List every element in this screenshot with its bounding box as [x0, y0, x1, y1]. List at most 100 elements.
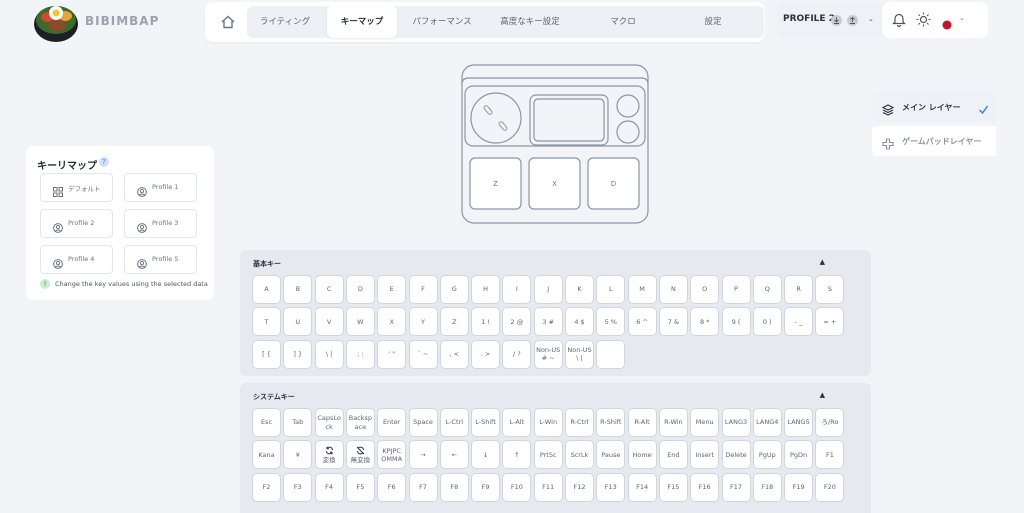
chevron-down-icon[interactable]: ⌄ — [868, 15, 874, 23]
key-button[interactable]: F4 — [314, 472, 344, 502]
key-button[interactable]: PgDn — [784, 440, 814, 470]
key-button[interactable]: F19 — [784, 472, 814, 502]
button-bottom[interactable] — [616, 120, 640, 144]
key-button[interactable]: = + — [815, 307, 845, 337]
key-button[interactable]: D — [345, 275, 375, 304]
preset-profile-5[interactable]: Profile 5 — [124, 245, 197, 274]
key-button[interactable]: 2 @ — [502, 307, 532, 337]
key-button[interactable] — [596, 339, 626, 369]
key-button[interactable]: Menu — [690, 408, 720, 437]
key-button[interactable]: R — [784, 275, 814, 304]
key-button[interactable]: J — [533, 275, 563, 304]
key-button[interactable]: 9 ( — [721, 307, 751, 337]
key-button[interactable]: 0 ) — [752, 307, 782, 337]
key-button[interactable]: Z — [439, 307, 469, 337]
key-button[interactable]: V — [314, 307, 344, 337]
key-button[interactable]: P — [721, 275, 751, 304]
sun-icon[interactable] — [916, 12, 931, 31]
key-button[interactable]: F10 — [502, 472, 532, 502]
knob-icon[interactable] — [470, 92, 522, 144]
chevron-down-icon[interactable]: ⌄ — [959, 14, 965, 22]
key-button[interactable]: C — [314, 275, 344, 304]
key-button[interactable]: LANG3 — [721, 408, 751, 437]
key-button[interactable]: Enter — [377, 408, 407, 437]
tab-settings[interactable]: 設定 — [669, 6, 757, 38]
key-button[interactable]: PrtSc — [533, 440, 563, 470]
key-button[interactable]: 8 * — [690, 307, 720, 337]
key-button[interactable]: PgUp — [752, 440, 782, 470]
preset-profile-4[interactable]: Profile 4 — [40, 245, 113, 274]
key-button[interactable]: G — [439, 275, 469, 304]
key-button[interactable]: F15 — [658, 472, 688, 502]
japan-flag-icon[interactable] — [942, 15, 952, 34]
tab-advanced-keys[interactable]: 高度なキー設定 — [483, 6, 577, 38]
key-button[interactable]: E — [377, 275, 407, 304]
key-button[interactable]: Kana — [252, 440, 281, 470]
bell-icon[interactable] — [892, 12, 906, 31]
key-button[interactable]: 7 & — [658, 307, 688, 337]
key-button[interactable]: ] } — [283, 339, 313, 369]
key-button[interactable]: L — [596, 275, 626, 304]
key-button[interactable]: Pause — [596, 440, 626, 470]
key-button[interactable]: F1 — [815, 440, 845, 470]
download-icon[interactable] — [831, 15, 842, 26]
key-button[interactable]: R-Shift — [596, 408, 626, 437]
key-button[interactable]: L-Shift — [471, 408, 501, 437]
preset-default[interactable]: デフォルト — [40, 173, 113, 202]
key-button[interactable]: ↑ — [502, 440, 532, 470]
key-button[interactable]: ろ/Ro — [815, 408, 845, 437]
key-button[interactable]: \ | — [314, 339, 344, 369]
tab-macro[interactable]: マクロ — [577, 6, 669, 38]
key-button[interactable]: R-Alt — [627, 408, 657, 437]
preset-profile-3[interactable]: Profile 3 — [124, 209, 197, 238]
key-button[interactable]: 5 % — [596, 307, 626, 337]
key-button[interactable]: Y — [408, 307, 438, 337]
key-button[interactable]: F13 — [596, 472, 626, 502]
key-button[interactable]: , < — [439, 339, 469, 369]
key-button[interactable]: 変換 — [314, 440, 344, 470]
button-top[interactable] — [616, 94, 640, 118]
key-button[interactable]: F5 — [345, 472, 375, 502]
key-button[interactable]: M — [627, 275, 657, 304]
key-button[interactable]: X — [377, 307, 407, 337]
key-button[interactable]: 3 # — [533, 307, 563, 337]
key-button[interactable]: LANG5 — [784, 408, 814, 437]
key-button[interactable]: Q — [752, 275, 782, 304]
key-button[interactable]: 1 ! — [471, 307, 501, 337]
key-button[interactable]: U — [283, 307, 313, 337]
key-button[interactable]: Space — [408, 408, 438, 437]
key-button[interactable]: K — [565, 275, 594, 304]
key-button[interactable]: 無変換 — [345, 440, 375, 470]
bibimbap-logo[interactable] — [32, 0, 80, 44]
key-button[interactable]: F14 — [627, 472, 657, 502]
help-icon[interactable]: ? — [99, 157, 109, 167]
key-button[interactable]: 6 ^ — [627, 307, 657, 337]
profile-selector[interactable]: PROFILE 2 ⌄ — [776, 2, 882, 38]
tab-performance[interactable]: パフォーマンス — [401, 6, 483, 38]
preset-profile-2[interactable]: Profile 2 — [40, 209, 113, 238]
key-button[interactable]: Non-US \ | — [565, 339, 594, 369]
key-button[interactable]: R-Win — [658, 408, 688, 437]
key-button[interactable]: F18 — [752, 472, 782, 502]
preset-profile-1[interactable]: Profile 1 — [124, 173, 197, 202]
key-button[interactable]: T — [252, 307, 281, 337]
key-button[interactable]: LANG4 — [752, 408, 782, 437]
key-button[interactable]: Esc — [252, 408, 281, 437]
key-button[interactable]: ' " — [377, 339, 407, 369]
key-button[interactable]: B — [283, 275, 313, 304]
key-button[interactable]: O — [690, 275, 720, 304]
key-button[interactable]: ScrLk — [565, 440, 594, 470]
home-icon[interactable] — [219, 13, 237, 31]
key-button[interactable]: CapsLo ck — [314, 408, 344, 437]
key-button[interactable]: L-Ctrl — [439, 408, 469, 437]
collapse-caret-icon[interactable]: ▲ — [820, 391, 825, 399]
key-button[interactable]: F2 — [252, 472, 281, 502]
layer-main[interactable]: メイン レイヤー — [872, 92, 996, 122]
key-button[interactable]: N — [658, 275, 688, 304]
key-button[interactable]: KPJPC OMMA — [377, 440, 407, 470]
key-button[interactable]: L-Alt — [502, 408, 532, 437]
key-button[interactable]: Delete — [721, 440, 751, 470]
tab-keymap[interactable]: キーマップ — [327, 6, 397, 38]
upload-icon[interactable] — [847, 15, 858, 26]
key-button[interactable]: A — [252, 275, 281, 304]
